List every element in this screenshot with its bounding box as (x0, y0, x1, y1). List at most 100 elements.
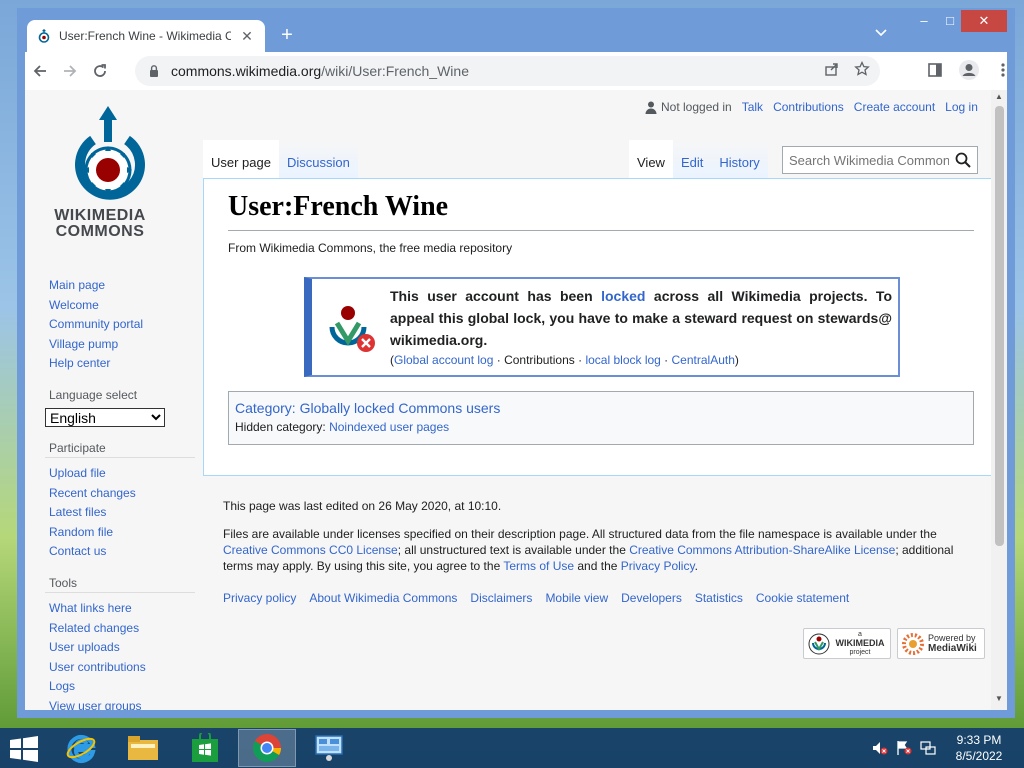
category-link[interactable]: Category: Globally locked Commons users (235, 400, 967, 416)
search-input[interactable] (789, 152, 949, 168)
footer-mobile-view[interactable]: Mobile view (545, 590, 608, 606)
side-panel-icon[interactable] (923, 56, 947, 84)
search-icon[interactable] (955, 152, 971, 168)
sidebar-item-upload-file[interactable]: Upload file (45, 464, 195, 484)
tab-edit[interactable]: Edit (672, 140, 712, 178)
sidebar-item-community-portal[interactable]: Community portal (45, 315, 195, 335)
sidebar-item-related-changes[interactable]: Related changes (45, 619, 195, 639)
sidebar-item-user-contributions[interactable]: User contributions (45, 658, 195, 678)
new-tab-button[interactable]: + (275, 24, 299, 48)
sidebar-item-latest-files[interactable]: Latest files (45, 503, 195, 523)
minimize-button[interactable]: – (911, 10, 937, 32)
wikimedia-icon (808, 633, 830, 654)
category-links: Category: Globally locked Commons users … (228, 391, 974, 445)
noindexed-user-pages-link[interactable]: Noindexed user pages (329, 420, 449, 434)
url-text[interactable]: commons.wikimedia.org/wiki/User:French_W… (171, 63, 469, 79)
footer-about[interactable]: About Wikimedia Commons (309, 590, 457, 606)
taskbar-chrome[interactable] (238, 729, 296, 767)
footer-privacy-policy[interactable]: Privacy policy (223, 590, 296, 606)
cc-by-sa-link[interactable]: Creative Commons Attribution-ShareAlike … (629, 543, 895, 557)
back-arrow-icon[interactable] (25, 56, 55, 86)
tab-view[interactable]: View (629, 140, 673, 178)
language-select[interactable]: English (45, 407, 165, 427)
privacy-policy-inline-link[interactable]: Privacy Policy (621, 559, 695, 573)
windows-start-icon[interactable] (10, 736, 38, 762)
sidebar-item-view-user-groups[interactable]: View user groups (45, 697, 195, 710)
centralauth-link[interactable]: CentralAuth (672, 353, 735, 367)
wikimedia-project-badge[interactable]: a WIKIMEDIA project (803, 628, 891, 659)
locked-link[interactable]: locked (601, 288, 645, 304)
log-in-link[interactable]: Log in (945, 100, 978, 114)
network-icon[interactable] (920, 740, 936, 756)
sidebar-item-help-center[interactable]: Help center (45, 354, 195, 374)
sidebar-item-user-uploads[interactable]: User uploads (45, 638, 195, 658)
footer-cookie-statement[interactable]: Cookie statement (756, 590, 849, 606)
tab-close-icon[interactable]: ✕ (239, 28, 255, 45)
taskbar-store[interactable] (176, 729, 234, 767)
taskbar-file-explorer[interactable] (114, 729, 172, 767)
maximize-button[interactable]: □ (937, 10, 963, 32)
tab-history[interactable]: History (711, 140, 768, 178)
sidebar-item-contact-us[interactable]: Contact us (45, 542, 195, 562)
tab-title: User:French Wine - Wikimedia Commons (59, 29, 231, 43)
url-path: /wiki/User:French_Wine (321, 63, 469, 79)
browser-tab[interactable]: User:French Wine - Wikimedia Commons ✕ (27, 20, 265, 52)
more-menu-icon[interactable] (991, 56, 1015, 84)
terms-of-use-link[interactable]: Terms of Use (503, 559, 574, 573)
footer-links: Privacy policy About Wikimedia Commons D… (223, 590, 963, 606)
address-bar[interactable]: commons.wikimedia.org/wiki/User:French_W… (135, 56, 880, 86)
local-block-log-link[interactable]: local block log (585, 353, 660, 367)
global-account-log-link[interactable]: Global account log (394, 353, 493, 367)
taskbar-control-panel[interactable] (300, 729, 358, 767)
contributions-link[interactable]: Contributions (773, 100, 844, 114)
sidebar-item-main-page[interactable]: Main page (45, 276, 195, 296)
tab-user-page[interactable]: User page (203, 140, 279, 178)
scrollbar-thumb[interactable] (995, 106, 1004, 546)
sidebar-item-village-pump[interactable]: Village pump (45, 335, 195, 355)
page-viewport: WIKIMEDIA COMMONS Not logged in Talk Con… (25, 90, 1007, 710)
participate-portal: Upload file Recent changes Latest files … (45, 464, 195, 562)
wikimedia-badge-text: WIKIMEDIA (835, 638, 885, 648)
forward-arrow-icon[interactable] (55, 56, 85, 86)
hidden-category: Hidden category: Noindexed user pages (235, 420, 967, 434)
page-title: User:French Wine (228, 191, 449, 222)
site-subtitle: From Wikimedia Commons, the free media r… (228, 241, 513, 255)
sidebar-item-random-file[interactable]: Random file (45, 523, 195, 543)
profile-avatar-icon[interactable] (957, 56, 981, 84)
internet-explorer-icon (66, 735, 96, 763)
sidebar-item-logs[interactable]: Logs (45, 677, 195, 697)
license-text: Files are available under licenses speci… (223, 526, 963, 574)
powered-by-mediawiki-badge[interactable]: Powered by MediaWiki (897, 628, 985, 659)
create-account-link[interactable]: Create account (854, 100, 935, 114)
title-bar: User:French Wine - Wikimedia Commons ✕ +… (17, 8, 1015, 52)
lock-message-start: This user account has been (390, 288, 602, 304)
action-center-flag-icon[interactable] (896, 740, 912, 756)
bookmark-star-icon[interactable] (854, 61, 870, 77)
footer-disclaimers[interactable]: Disclaimers (470, 590, 532, 606)
logo-line-2: COMMONS (55, 223, 145, 240)
contributions-link-lock[interactable]: Contributions (504, 353, 575, 367)
cc0-license-link[interactable]: Creative Commons CC0 License (223, 543, 398, 557)
volume-muted-icon[interactable] (872, 740, 888, 756)
system-tray (872, 740, 936, 756)
sidebar-item-recent-changes[interactable]: Recent changes (45, 484, 195, 504)
padlock-icon[interactable] (147, 64, 161, 78)
footer-developers[interactable]: Developers (621, 590, 682, 606)
page-scrollbar[interactable]: ▲ ▼ (991, 90, 1007, 710)
footer-statistics[interactable]: Statistics (695, 590, 743, 606)
sidebar-item-what-links-here[interactable]: What links here (45, 599, 195, 619)
reload-icon[interactable] (85, 56, 115, 86)
close-window-button[interactable]: ✕ (961, 10, 1007, 32)
tab-discussion[interactable]: Discussion (278, 140, 358, 178)
talk-link[interactable]: Talk (742, 100, 763, 114)
participate-heading: Participate (45, 441, 195, 458)
sidebar-item-welcome[interactable]: Welcome (45, 296, 195, 316)
taskbar-internet-explorer[interactable] (52, 729, 110, 767)
tab-search-chevron-icon[interactable] (875, 26, 887, 40)
scroll-down-arrow-icon[interactable]: ▼ (991, 694, 1007, 708)
logo-wordmark[interactable]: WIKIMEDIA COMMONS (35, 208, 165, 240)
hidden-category-label: Hidden category: (235, 420, 330, 434)
taskbar-clock[interactable]: 9:33 PM 8/5/2022 (946, 732, 1012, 764)
scroll-up-arrow-icon[interactable]: ▲ (991, 92, 1007, 106)
share-icon[interactable] (824, 61, 840, 77)
